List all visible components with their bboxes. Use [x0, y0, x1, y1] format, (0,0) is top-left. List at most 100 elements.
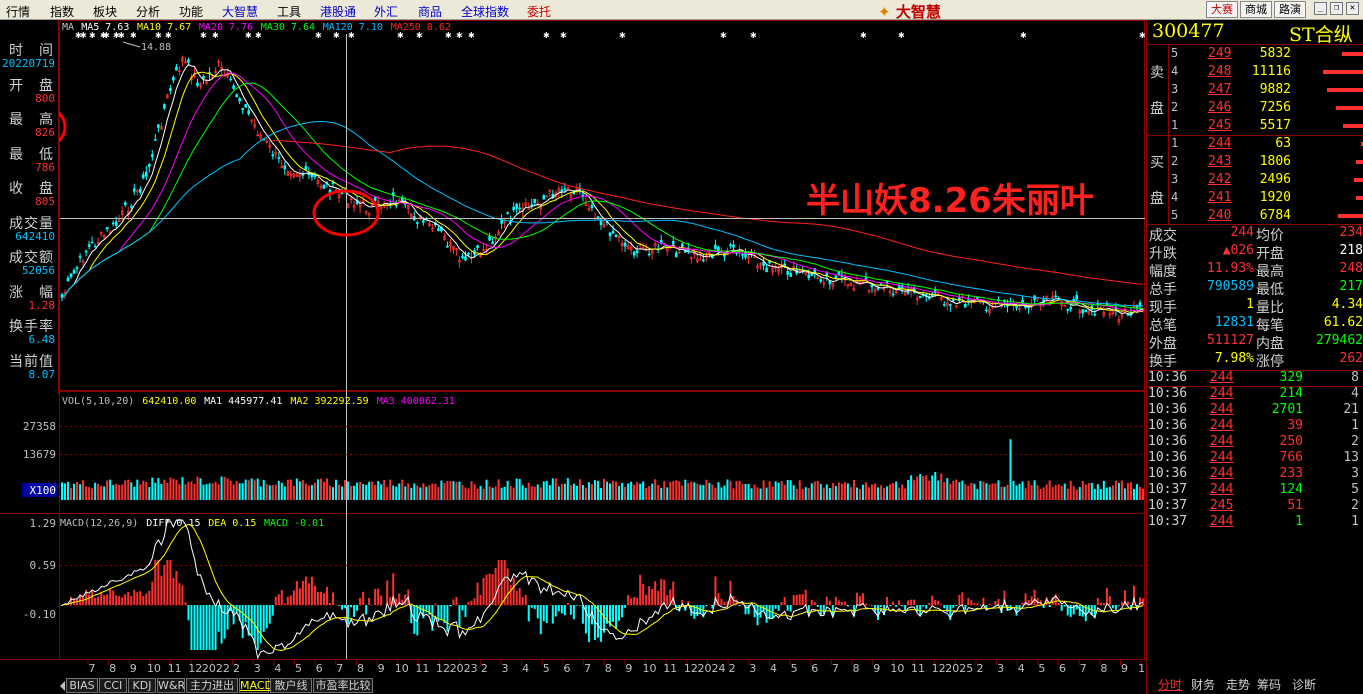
vol-bar	[73, 483, 76, 500]
event-marker[interactable]: ✱	[165, 31, 172, 40]
top-button-0[interactable]: 大赛	[1206, 1, 1238, 18]
right-tab-4[interactable]: 诊断	[1292, 676, 1316, 692]
event-marker[interactable]: ✱	[560, 31, 567, 40]
event-marker[interactable]: ✱	[898, 31, 905, 40]
menu-item-8[interactable]: 外汇	[374, 3, 398, 20]
vol-bar	[741, 484, 744, 500]
menu-item-5[interactable]: 大智慧	[222, 3, 258, 20]
minimize-icon[interactable]: _	[1314, 2, 1327, 15]
macd-bar	[112, 590, 115, 605]
menu-item-3[interactable]: 分析	[136, 3, 160, 20]
candle-body	[530, 204, 534, 206]
menu-item-11[interactable]: 委托	[527, 3, 551, 20]
vol-bar	[229, 480, 232, 500]
macd-bar	[729, 580, 732, 605]
macd-bar	[187, 605, 190, 621]
close-icon[interactable]: ✕	[1346, 2, 1359, 15]
vol-bar	[163, 479, 166, 500]
menu-item-0[interactable]: 行情	[6, 3, 30, 20]
event-marker[interactable]: ✱	[255, 31, 262, 40]
event-marker[interactable]: ✱	[315, 31, 322, 40]
event-marker[interactable]: ✱	[720, 31, 727, 40]
restore-icon[interactable]: ❐	[1330, 2, 1343, 15]
x-axis-label-10: 5	[295, 662, 302, 675]
macd-bar	[148, 590, 151, 605]
vol-bar	[870, 484, 873, 500]
macd-bar	[901, 605, 904, 607]
vol-bar	[1135, 484, 1138, 500]
tick-count-7: 5	[1351, 482, 1359, 497]
event-marker[interactable]: ✱	[416, 31, 423, 40]
macd-bar	[904, 605, 907, 610]
vol-bar	[545, 480, 548, 500]
macd-bar	[292, 590, 295, 605]
kline-chart[interactable]: 日线MAMA5 7.63MA10 7.67MA20 7.76MA30 7.64M…	[0, 20, 1146, 676]
candle-body	[247, 110, 250, 115]
tab-scroll-icon[interactable]	[60, 681, 65, 691]
event-marker[interactable]: ✱	[80, 31, 87, 40]
indicator-tab-7[interactable]: 市盈率比较	[313, 678, 373, 693]
vol-bar	[136, 479, 139, 500]
event-marker[interactable]: ✱	[348, 31, 355, 40]
event-marker[interactable]: ✱	[468, 31, 475, 40]
event-marker[interactable]: ✱	[103, 31, 110, 40]
macd-bar	[464, 605, 467, 617]
event-marker[interactable]: ✱	[619, 31, 626, 40]
event-marker[interactable]: ✱	[333, 31, 340, 40]
event-marker[interactable]: ✱	[445, 31, 452, 40]
event-marker[interactable]: ✱	[1139, 31, 1146, 40]
event-marker[interactable]: ✱	[130, 31, 137, 40]
right-tab-3[interactable]: 筹码	[1257, 676, 1281, 692]
indicator-tab-6[interactable]: 散户线	[270, 678, 312, 693]
macd-bar	[934, 599, 937, 605]
top-button-1[interactable]: 商城	[1240, 1, 1272, 18]
menu-item-10[interactable]: 全球指数	[461, 3, 509, 20]
right-tab-1[interactable]: 财务	[1191, 676, 1215, 692]
event-marker[interactable]: ✱	[1020, 31, 1027, 40]
vol-bar	[648, 486, 651, 500]
event-marker[interactable]: ✱	[200, 31, 207, 40]
vol-bar	[223, 476, 226, 500]
event-marker[interactable]: ✱	[860, 31, 867, 40]
vol-bar	[1114, 480, 1117, 500]
vol-bar	[422, 483, 425, 500]
indicator-tab-5[interactable]: MACD	[239, 678, 273, 693]
menu-item-2[interactable]: 板块	[93, 3, 117, 20]
menu-item-6[interactable]: 工具	[277, 3, 301, 20]
menu-item-4[interactable]: 功能	[179, 3, 203, 20]
event-marker[interactable]: ✱	[245, 31, 252, 40]
candle-body	[151, 154, 154, 157]
indicator-tab-3[interactable]: W&R	[157, 678, 185, 693]
menu-item-7[interactable]: 港股通	[320, 3, 356, 20]
vol-bar	[536, 484, 539, 500]
vol-bar	[1030, 485, 1033, 500]
event-marker[interactable]: ✱	[456, 31, 463, 40]
event-marker[interactable]: ✱	[212, 31, 219, 40]
vol-bar	[910, 475, 913, 500]
tick-count-3: 1	[1351, 418, 1359, 433]
event-marker[interactable]: ✱	[155, 31, 162, 40]
macd-bar	[840, 602, 843, 605]
right-tab-2[interactable]: 走势	[1226, 676, 1250, 692]
indicator-tab-1[interactable]: CCI	[99, 678, 127, 693]
macd-bar	[497, 560, 500, 605]
stat-value-a-4: 1	[1246, 297, 1254, 312]
event-marker[interactable]: ✱	[750, 31, 757, 40]
candle-body	[741, 253, 744, 256]
event-marker[interactable]: ✱	[397, 31, 404, 40]
macd-bar	[1063, 605, 1066, 607]
menu-item-1[interactable]: 指数	[50, 3, 74, 20]
event-marker[interactable]: ✱	[89, 31, 96, 40]
event-marker[interactable]: ✱	[543, 31, 550, 40]
indicator-tab-2[interactable]: KDJ	[128, 678, 156, 693]
indicator-tab-0[interactable]: BIAS	[66, 678, 98, 693]
right-tab-0[interactable]: 分时	[1158, 676, 1182, 692]
menu-item-9[interactable]: 商品	[418, 3, 442, 20]
macd-bar	[124, 594, 127, 605]
vol-bar	[85, 486, 88, 500]
candle-body	[145, 171, 148, 177]
candle-body	[142, 174, 145, 179]
top-button-2[interactable]: 路演	[1274, 1, 1306, 18]
event-marker[interactable]: ✱	[118, 31, 125, 40]
indicator-tab-4[interactable]: 主力进出	[186, 678, 238, 693]
